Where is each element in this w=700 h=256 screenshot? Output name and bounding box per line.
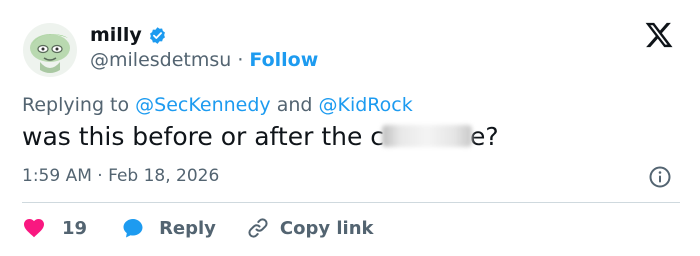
user-handle[interactable]: @milesdetmsu (90, 49, 231, 71)
info-icon[interactable] (648, 165, 672, 189)
reply-button[interactable]: Reply (121, 216, 216, 240)
mention-kidrock[interactable]: @KidRock (319, 94, 413, 116)
tweet-text-end: e? (470, 122, 499, 151)
replying-prefix: Replying to (22, 94, 130, 116)
tweet-timestamp[interactable]: 1:59 AM · Feb 18, 2026 (22, 166, 219, 186)
avatar[interactable] (22, 22, 78, 78)
copy-link-button[interactable]: Copy link (246, 216, 374, 240)
tweet-date: Feb 18, 2026 (108, 166, 220, 186)
x-logo-icon[interactable] (644, 20, 674, 50)
reply-bubble-icon (123, 219, 143, 238)
action-bar: 19 Reply Copy link (22, 216, 374, 240)
replying-to-line: Replying to @SecKennedy and @KidRock (22, 94, 413, 116)
tweet-time: 1:59 AM (22, 166, 92, 186)
mention-seckennedy[interactable]: @SecKennedy (135, 94, 270, 116)
heart-icon (24, 219, 44, 238)
meta-separator: · (97, 166, 103, 186)
display-name[interactable]: milly (90, 24, 142, 46)
like-button[interactable]: 19 (22, 216, 87, 240)
like-count: 19 (62, 217, 88, 239)
tweet-text: was this before or after the c e? (22, 122, 499, 151)
tweet-header: milly @milesdetmsu · Follow (22, 18, 682, 78)
divider (22, 202, 680, 203)
replying-conjunction: and (276, 94, 313, 116)
follow-button[interactable]: Follow (249, 49, 318, 71)
link-icon (248, 218, 268, 238)
copy-link-label: Copy link (279, 217, 374, 239)
separator-dot: · (237, 49, 244, 71)
redacted-blur (382, 125, 473, 147)
name-row: milly (90, 24, 167, 46)
verified-badge-icon (148, 26, 167, 45)
reply-label: Reply (159, 217, 216, 239)
handle-row: @milesdetmsu · Follow (90, 49, 318, 71)
tweet-text-start: was this before or after the c (22, 122, 385, 151)
